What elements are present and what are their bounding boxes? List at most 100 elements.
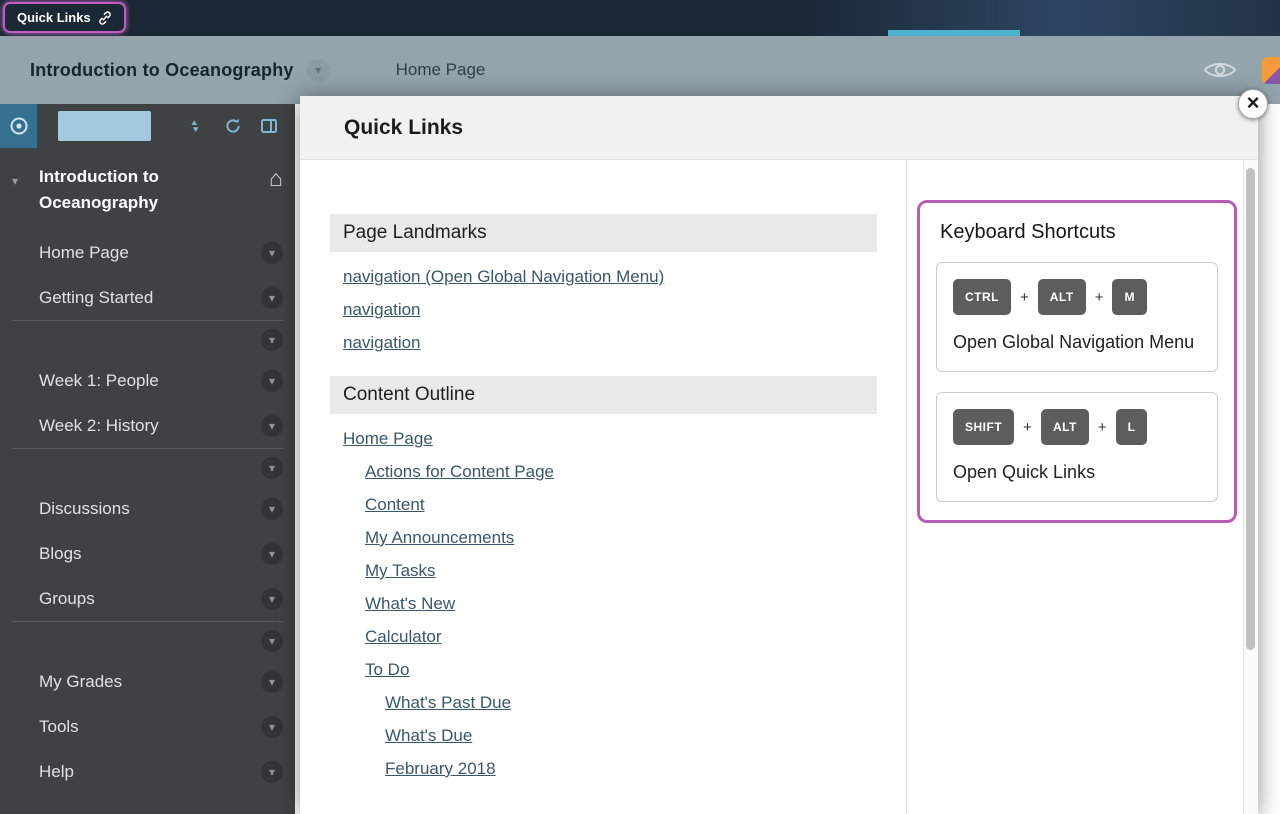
sidebar-divider	[12, 320, 283, 358]
refresh-icon[interactable]	[224, 117, 242, 140]
sidebar-item-groups[interactable]: Groups	[0, 576, 295, 621]
page-landmarks-list: navigation (Open Global Navigation Menu)…	[330, 267, 877, 353]
quick-links-button-label: Quick Links	[17, 10, 91, 25]
sidebar-item-week-1-people[interactable]: Week 1: People	[0, 358, 295, 403]
sidebar-item-blogs[interactable]: Blogs	[0, 531, 295, 576]
course-menu-toolbar	[0, 104, 295, 148]
sidebar-item-getting-started[interactable]: Getting Started	[0, 275, 295, 320]
plus-sign: +	[1023, 419, 1032, 436]
active-tab-indicator	[888, 30, 1020, 36]
key-alt: ALT	[1038, 279, 1086, 315]
content-outline-header: Content Outline	[330, 376, 877, 414]
plus-sign: +	[1020, 289, 1029, 306]
chevron-down-icon[interactable]	[261, 588, 283, 610]
home-icon: ⌂	[269, 165, 283, 192]
sidebar-item-home-page[interactable]: Home Page	[0, 230, 295, 275]
sidebar-item-label: Home Page	[39, 243, 129, 263]
chevron-down-icon[interactable]	[261, 716, 283, 738]
shortcut-card: CTRL + ALT + M Open Global Navigation Me…	[936, 262, 1218, 372]
sort-arrows-icon[interactable]	[186, 117, 204, 140]
collapse-panel-icon[interactable]	[260, 117, 278, 140]
chevron-down-icon[interactable]	[261, 671, 283, 693]
key-shift: SHIFT	[953, 409, 1014, 445]
outline-link[interactable]: February 2018	[330, 759, 877, 779]
landmark-link[interactable]: navigation	[330, 333, 877, 353]
sidebar-item-discussions[interactable]: Discussions	[0, 486, 295, 531]
modal-title: Quick Links	[344, 116, 463, 140]
sidebar-divider	[12, 448, 283, 486]
focused-toolbar-item[interactable]	[58, 111, 151, 141]
outline-link[interactable]: Content	[330, 495, 877, 515]
sidebar-item-help[interactable]: Help	[0, 749, 295, 794]
sidebar-item-label: Tools	[39, 717, 79, 737]
outline-link[interactable]: What's New	[330, 594, 877, 614]
chevron-down-icon[interactable]	[261, 287, 283, 309]
page-landmarks-header: Page Landmarks	[330, 214, 877, 252]
outline-link[interactable]: What's Past Due	[330, 693, 877, 713]
course-menu-sidebar: Introduction to Oceanography ⌂ Home Page…	[0, 104, 295, 814]
close-icon[interactable]	[1238, 89, 1268, 119]
top-navigation-bar	[0, 0, 1280, 36]
plus-sign: +	[1098, 419, 1107, 436]
outline-link[interactable]: To Do	[330, 660, 877, 680]
shortcut-keys: SHIFT + ALT + L	[953, 409, 1201, 445]
chevron-down-icon[interactable]	[261, 630, 283, 652]
modal-shortcuts-column: Keyboard Shortcuts CTRL + ALT + M Open G…	[907, 160, 1258, 814]
course-menu-chevron-icon[interactable]	[307, 59, 330, 82]
sidebar-divider	[12, 621, 283, 659]
keyboard-shortcuts-panel: Keyboard Shortcuts CTRL + ALT + M Open G…	[917, 200, 1237, 523]
link-icon	[98, 11, 112, 25]
key-alt: ALT	[1041, 409, 1089, 445]
breadcrumb-current-page: Home Page	[396, 60, 486, 80]
scrollbar-thumb[interactable]	[1246, 168, 1255, 650]
sidebar-item-label: Blogs	[39, 544, 82, 564]
chevron-down-icon[interactable]	[261, 543, 283, 565]
outline-link[interactable]: Actions for Content Page	[330, 462, 877, 482]
sidebar-item-label: Help	[39, 762, 74, 782]
chevron-down-icon[interactable]	[261, 329, 283, 351]
shortcut-card: SHIFT + ALT + L Open Quick Links	[936, 392, 1218, 502]
outline-link[interactable]: My Announcements	[330, 528, 877, 548]
collapse-arrow-icon[interactable]	[12, 172, 18, 190]
edit-mode-icon[interactable]	[1262, 57, 1280, 84]
landmark-link[interactable]: navigation (Open Global Navigation Menu)	[330, 267, 877, 287]
sidebar-item-label: Week 2: History	[39, 416, 159, 436]
sidebar-item-label: Getting Started	[39, 288, 153, 308]
quick-links-modal: Quick Links Page Landmarks navigation (O…	[300, 96, 1258, 814]
modal-header: Quick Links	[300, 96, 1258, 160]
sidebar-item-label: Week 1: People	[39, 371, 159, 391]
outline-link[interactable]: Calculator	[330, 627, 877, 647]
key-ctrl: CTRL	[953, 279, 1011, 315]
landmark-link[interactable]: navigation	[330, 300, 877, 320]
outline-link[interactable]: My Tasks	[330, 561, 877, 581]
sidebar-item-week-2-history[interactable]: Week 2: History	[0, 403, 295, 448]
shortcut-description: Open Quick Links	[953, 460, 1201, 485]
course-header: Introduction to Oceanography Home Page	[0, 36, 1280, 104]
modal-body: Page Landmarks navigation (Open Global N…	[300, 160, 1258, 814]
chevron-down-icon[interactable]	[261, 242, 283, 264]
key-l: L	[1116, 409, 1148, 445]
chevron-down-icon[interactable]	[261, 415, 283, 437]
chevron-down-icon[interactable]	[261, 370, 283, 392]
sidebar-course-header[interactable]: Introduction to Oceanography ⌂	[0, 148, 295, 230]
target-icon[interactable]	[0, 104, 37, 148]
chevron-down-icon[interactable]	[261, 498, 283, 520]
shortcut-keys: CTRL + ALT + M	[953, 279, 1201, 315]
modal-scrollbar[interactable]	[1243, 160, 1257, 814]
sidebar-item-label: Groups	[39, 589, 95, 609]
keyboard-shortcuts-title: Keyboard Shortcuts	[940, 221, 1218, 244]
course-title: Introduction to Oceanography	[30, 60, 294, 81]
outline-link[interactable]: What's Due	[330, 726, 877, 746]
quick-links-button[interactable]: Quick Links	[3, 2, 126, 33]
chevron-down-icon[interactable]	[261, 457, 283, 479]
sidebar-item-label: Discussions	[39, 499, 130, 519]
modal-links-column: Page Landmarks navigation (Open Global N…	[300, 160, 907, 814]
sidebar-item-my-grades[interactable]: My Grades	[0, 659, 295, 704]
sidebar-item-label: My Grades	[39, 672, 122, 692]
sidebar-course-title: Introduction to Oceanography	[39, 164, 199, 216]
header-actions	[1202, 57, 1280, 84]
student-preview-eye-icon[interactable]	[1202, 58, 1238, 82]
sidebar-item-tools[interactable]: Tools	[0, 704, 295, 749]
chevron-down-icon[interactable]	[261, 761, 283, 783]
outline-link[interactable]: Home Page	[330, 429, 877, 449]
